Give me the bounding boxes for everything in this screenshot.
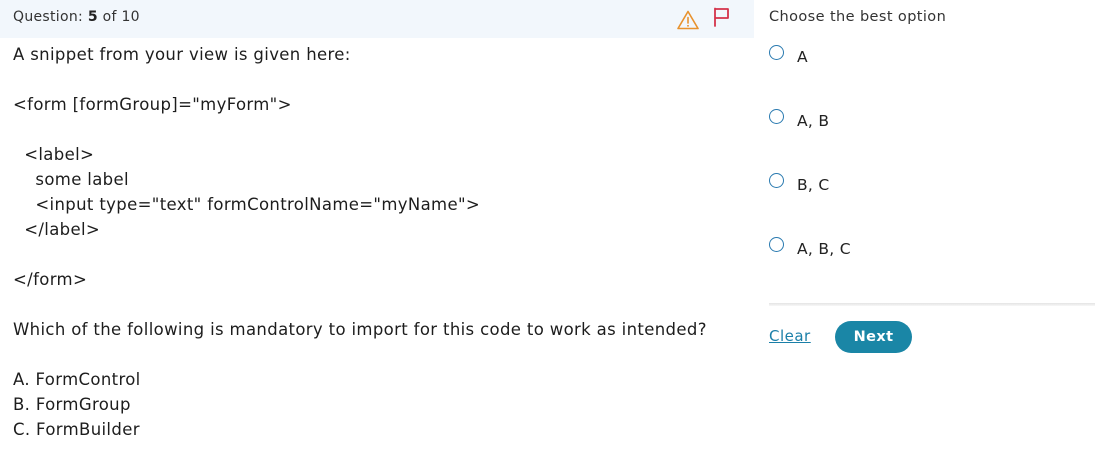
clear-button[interactable]: Clear xyxy=(769,327,811,345)
radio-button[interactable] xyxy=(769,173,784,188)
code-line: <form [formGroup]="myForm"> xyxy=(13,95,292,114)
choice-text: C. FormBuilder xyxy=(13,420,140,439)
option-a-b-c[interactable]: A, B, C xyxy=(769,235,1069,261)
question-total: of 10 xyxy=(102,9,140,25)
question-counter: Question: 5 of 10 xyxy=(13,9,140,25)
code-line: some label xyxy=(13,170,129,189)
choice-text: A. FormControl xyxy=(13,370,141,389)
option-label: B, C xyxy=(797,176,830,194)
question-prompt: Which of the following is mandatory to i… xyxy=(13,320,707,339)
next-button[interactable]: Next xyxy=(835,321,912,353)
question-intro: A snippet from your view is given here: xyxy=(13,45,351,64)
option-label: A, B, C xyxy=(797,240,851,258)
code-line: <label> xyxy=(13,145,95,164)
choice-text: B. FormGroup xyxy=(13,395,131,414)
option-a[interactable]: A xyxy=(769,43,1069,69)
question-header-bar: Question: 5 of 10 xyxy=(0,0,754,38)
option-label: A, B xyxy=(797,112,830,130)
code-line: </label> xyxy=(13,220,101,239)
question-number: 5 xyxy=(87,9,98,25)
code-line: <input type="text" formControlName="myNa… xyxy=(13,195,481,214)
option-b-c[interactable]: B, C xyxy=(769,171,1069,197)
question-prefix: Question: xyxy=(13,9,84,25)
option-label: A xyxy=(797,48,808,66)
radio-button[interactable] xyxy=(769,237,784,252)
code-line: </form> xyxy=(13,270,88,289)
question-panel: Question: 5 of 10 A snippet from your vi… xyxy=(0,0,754,451)
answer-panel: Choose the best option A A, B B, C A, B,… xyxy=(754,0,1095,451)
answer-instruction: Choose the best option xyxy=(769,9,947,25)
option-a-b[interactable]: A, B xyxy=(769,107,1069,133)
flag-icon[interactable] xyxy=(713,7,731,27)
warning-triangle-icon[interactable] xyxy=(677,10,699,30)
divider xyxy=(769,303,1095,306)
radio-button[interactable] xyxy=(769,45,784,60)
radio-button[interactable] xyxy=(769,109,784,124)
